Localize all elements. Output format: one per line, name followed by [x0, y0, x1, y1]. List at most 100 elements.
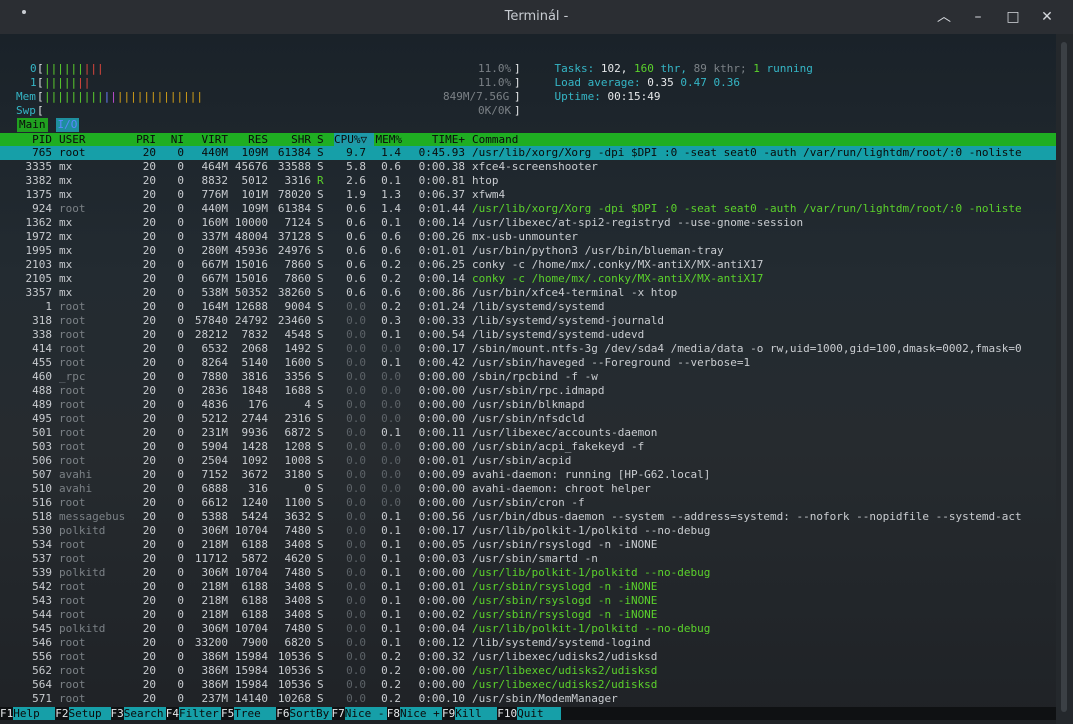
table-row[interactable]: 556 root 20 0 386M 15984 10536 S 0.0 0.2 0:00.32/u…: [0, 650, 1056, 664]
table-row[interactable]: 488 root 20 0 2836 1848 1688 S 0.0 0.0 0:00.00/usr…: [0, 384, 1056, 398]
table-row[interactable]: 924 root 20 0 440M 109M 61384 S 0.6 1.4 0:01.44/us…: [0, 202, 1056, 216]
table-row[interactable]: 501 root 20 0 231M 9936 6872 S 0.0 0.1 0:00.11/usr…: [0, 426, 1056, 440]
table-row[interactable]: 495 root 20 0 5212 2744 2316 S 0.0 0.0 0:00.00/usr…: [0, 412, 1056, 426]
scrollbar[interactable]: [1056, 34, 1073, 724]
cell-cpu: 0.0: [346, 566, 366, 579]
col-command[interactable]: Command: [472, 133, 1054, 146]
cell-user: root: [59, 594, 86, 607]
table-row[interactable]: 2105 mx 20 0 667M 15016 7860 S 0.6 0.2 0:00.14 conk…: [0, 272, 1056, 286]
table-row[interactable]: 510 avahi 20 0 6888 316 0 S 0.0 0.0 0:00.00 avahi-d…: [0, 482, 1056, 496]
fkey-label-f10[interactable]: Quit: [517, 707, 562, 720]
cell-ni: 0: [177, 580, 184, 593]
fkey-f6[interactable]: F6: [276, 707, 289, 720]
table-row[interactable]: 489 root 20 0 4836 176 4 S 0.0 0.0 0:00.00/usr/sbi…: [0, 398, 1056, 412]
fkey-label-f5[interactable]: Tree: [234, 707, 277, 720]
table-row[interactable]: 516 root 20 0 6612 1240 1100 S 0.0 0.0 0:00.00/usr…: [0, 496, 1056, 510]
table-row[interactable]: 1972 mx 20 0 337M 48004 37128 S 0.6 0.6 0:00.26 mx-…: [0, 230, 1056, 244]
table-row[interactable]: 1995 mx 20 0 280M 45936 24976 S 0.6 0.6 0:01.01/us…: [0, 244, 1056, 258]
table-row[interactable]: 3357 mx 20 0 538M 50352 38260 S 0.6 0.6 0:00.86/us…: [0, 286, 1056, 300]
fkey-f1[interactable]: F1: [0, 707, 13, 720]
fkey-f9[interactable]: F9: [442, 707, 455, 720]
table-row[interactable]: 3382 mx 20 0 8832 5012 3316 R 2.6 0.1 0:00.81 htop: [0, 174, 1056, 188]
tab-io[interactable]: I/O: [55, 118, 80, 132]
cell-user: avahi: [59, 468, 93, 481]
table-row[interactable]: 546 root 20 0 33200 7900 6820 S 0.0 0.1 0:00.12/li…: [0, 636, 1056, 650]
fkey-label-f8[interactable]: Nice +: [400, 707, 442, 720]
table-row[interactable]: 338 root 20 0 28212 7832 4548 S 0.0 0.1 0:00.54/li…: [0, 328, 1056, 342]
table-row[interactable]: 503 root 20 0 5904 1428 1208 S 0.0 0.0 0:00.00/usr…: [0, 440, 1056, 454]
fkey-label-f7[interactable]: Nice -: [344, 707, 387, 720]
table-row[interactable]: 1362 mx 20 0 160M 10000 7124 S 0.6 0.1 0:00.14/usr…: [0, 216, 1056, 230]
table-row[interactable]: 543 root 20 0 218M 6188 3408 S 0.0 0.1 0:00.00/usr…: [0, 594, 1056, 608]
fkey-f8[interactable]: F8: [387, 707, 400, 720]
minimize-up-icon[interactable]: ︿: [935, 8, 953, 26]
table-row[interactable]: 537 root 20 0 11712 5872 4620 S 0.0 0.1 0:00.03/us…: [0, 552, 1056, 566]
cell-cmd: /usr/sbin/smartd -n: [472, 552, 598, 565]
terminal-area[interactable]: 0[||||||||| 11.0%] 1[||||||| 11.0%] Mem[||…: [0, 34, 1056, 724]
cell-virt: 218M: [201, 594, 229, 607]
table-row[interactable]: 1 root 20 0 164M 12688 9004 S 0.0 0.2 0:01.24/lib/…: [0, 300, 1056, 314]
col-pid[interactable]: PID: [0, 133, 52, 146]
col-cpu-sorted[interactable]: CPU%▽: [334, 133, 374, 146]
table-row[interactable]: 542 root 20 0 218M 6188 3408 S 0.0 0.1 0:00.01/usr…: [0, 580, 1056, 594]
table-row[interactable]: 545 polkitd 20 0 306M 10704 7480 S 0.0 0.1 0:00.04…: [0, 622, 1056, 636]
table-row[interactable]: 518 messagebus 20 0 5388 5424 3632 S 0.0 0.1 0:00.…: [0, 510, 1056, 524]
window-titlebar: Terminál - ︿ – □ ✕: [0, 0, 1073, 34]
table-row[interactable]: 539 polkitd 20 0 306M 10704 7480 S 0.0 0.1 0:00.00…: [0, 566, 1056, 580]
minimize-button[interactable]: –: [969, 8, 987, 26]
cell-user: root: [59, 300, 86, 313]
table-row[interactable]: 2103 mx 20 0 667M 15016 7860 S 0.6 0.2 0:06.25 conk…: [0, 258, 1056, 272]
col-ni[interactable]: NI: [164, 133, 184, 146]
fkey-label-f3[interactable]: Search: [123, 707, 166, 720]
cell-s: S: [317, 216, 324, 229]
table-row[interactable]: 507 avahi 20 0 7152 3672 3180 S 0.0 0.0 0:00.09 ava…: [0, 468, 1056, 482]
fkey-f5[interactable]: F5: [221, 707, 234, 720]
table-row-selected[interactable]: 765 root 20 0 440M 109M 61384 S 9.7 1.4 0:45.93/us…: [0, 146, 1056, 160]
col-user[interactable]: USER: [59, 133, 86, 146]
tab-main[interactable]: Main: [17, 118, 48, 132]
fkey-label-f9[interactable]: Kill: [455, 707, 498, 720]
table-row[interactable]: 564 root 20 0 386M 15984 10536 S 0.0 0.2 0:00.00/u…: [0, 678, 1056, 692]
table-row[interactable]: 414 root 20 0 6532 2068 1492 S 0.0 0.0 0:00.17/sbi…: [0, 342, 1056, 356]
cell-res: 316: [248, 482, 268, 495]
col-virt[interactable]: VIRT: [192, 133, 229, 146]
fkey-f10[interactable]: F10: [497, 707, 517, 720]
col-shr[interactable]: SHR: [275, 133, 311, 146]
cell-user: root: [59, 692, 86, 705]
col-res[interactable]: RES: [232, 133, 268, 146]
table-row[interactable]: 506 root 20 0 2504 1092 1008 S 0.0 0.0 0:00.01/usr…: [0, 454, 1056, 468]
table-row[interactable]: 455 root 20 0 8264 5140 1600 S 0.0 0.1 0:00.42/usr…: [0, 356, 1056, 370]
cell-mem: 0.1: [381, 538, 401, 551]
fkey-label-f1[interactable]: Help: [13, 707, 56, 720]
fkey-label-f4[interactable]: Filter: [179, 707, 221, 720]
fkey-f4[interactable]: F4: [166, 707, 179, 720]
table-row[interactable]: 460 _rpc 20 0 7880 3816 3356 S 0.0 0.0 0:00.00/sbi…: [0, 370, 1056, 384]
table-row[interactable]: 318 root 20 0 57840 24792 23460 S 0.0 0.3 0:00.33 /…: [0, 314, 1056, 328]
process-list[interactable]: 765 root 20 0 440M 109M 61384 S 9.7 1.4 0:45.93/us…: [0, 146, 1056, 706]
cell-pid: 338: [32, 328, 52, 341]
cell-ni: 0: [177, 510, 184, 523]
cell-cmd: mx-usb-unmounter: [472, 230, 578, 243]
scrollbar-thumb[interactable]: [1061, 42, 1067, 712]
cell-res: 10704: [234, 524, 268, 537]
cell-cmd: /usr/sbin/cron -f: [472, 496, 585, 509]
col-mem[interactable]: MEM%: [372, 133, 403, 146]
fkey-label-f2[interactable]: Setup: [68, 707, 111, 720]
col-state[interactable]: S: [317, 133, 324, 146]
table-row[interactable]: 3335 mx 20 0 464M 45676 33588 S 5.8 0.6 0:00.38 xfc…: [0, 160, 1056, 174]
table-row[interactable]: 530 polkitd 20 0 306M 10704 7480 S 0.0 0.1 0:00.17…: [0, 524, 1056, 538]
table-row[interactable]: 562 root 20 0 386M 15984 10536 S 0.0 0.2 0:00.00/u…: [0, 664, 1056, 678]
table-row[interactable]: 534 root 20 0 218M 6188 3408 S 0.0 0.1 0:00.05/usr…: [0, 538, 1056, 552]
table-row[interactable]: 571 root 20 0 237M 14140 10268 S 0.0 0.2 0:00.10/u…: [0, 692, 1056, 706]
maximize-button[interactable]: □: [1004, 8, 1022, 26]
fkey-label-f6[interactable]: SortBy: [289, 707, 332, 720]
col-time[interactable]: TIME+: [405, 133, 465, 146]
cell-cpu: 0.0: [346, 510, 366, 523]
fkey-f7[interactable]: F7: [332, 707, 345, 720]
close-button[interactable]: ✕: [1038, 8, 1056, 26]
fkey-f2[interactable]: F2: [55, 707, 68, 720]
col-pri[interactable]: PRI: [130, 133, 156, 146]
table-row[interactable]: 1375 mx 20 0 776M 101M 78020 S 1.9 1.3 0:06.37 xfwm…: [0, 188, 1056, 202]
fkey-f3[interactable]: F3: [111, 707, 124, 720]
table-row[interactable]: 544 root 20 0 218M 6188 3408 S 0.0 0.1 0:00.02/usr…: [0, 608, 1056, 622]
